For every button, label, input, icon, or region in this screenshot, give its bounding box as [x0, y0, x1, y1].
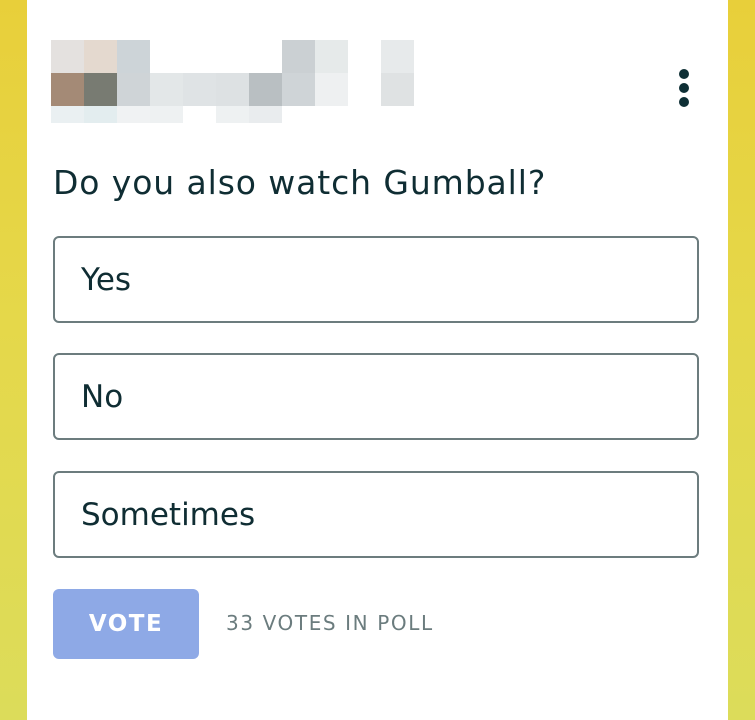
blur-pixel [84, 73, 117, 106]
poll-option-label: No [81, 378, 124, 415]
blur-pixel [249, 73, 282, 106]
blur-pixel [315, 40, 348, 73]
blur-pixel [249, 106, 282, 123]
poll-option-no[interactable]: No [53, 353, 699, 440]
blur-pixel [282, 40, 315, 73]
blur-pixel [51, 73, 84, 106]
poll-option-label: Sometimes [81, 496, 256, 533]
poll-option-yes[interactable]: Yes [53, 236, 699, 323]
blur-pixel [84, 40, 117, 73]
blur-pixel [216, 106, 249, 123]
poll-question: Do you also watch Gumball? [53, 163, 547, 202]
kebab-dot [679, 83, 689, 93]
blur-pixel [381, 73, 414, 106]
blur-pixel [183, 73, 216, 106]
blur-pixel [315, 73, 348, 106]
blur-pixel [51, 40, 84, 73]
kebab-dot [679, 69, 689, 79]
poll-option-sometimes[interactable]: Sometimes [53, 471, 699, 558]
blur-pixel [381, 40, 414, 73]
blur-pixel [51, 106, 84, 123]
blur-pixel [216, 73, 249, 106]
blur-pixel [117, 40, 150, 73]
vote-button[interactable]: VOTE [53, 589, 199, 659]
blur-pixel [117, 73, 150, 106]
more-options-icon[interactable] [669, 66, 699, 110]
blur-pixel [117, 106, 150, 123]
vote-count-text: 33 VOTES IN POLL [226, 611, 434, 635]
poll-card: Do you also watch Gumball? Yes No Someti… [27, 0, 728, 720]
blur-pixel [150, 73, 183, 106]
poll-option-label: Yes [81, 261, 132, 298]
blur-pixel [150, 106, 183, 123]
blur-pixel [282, 73, 315, 106]
blur-pixel [84, 106, 117, 123]
author-header-blurred [51, 40, 414, 124]
kebab-dot [679, 97, 689, 107]
